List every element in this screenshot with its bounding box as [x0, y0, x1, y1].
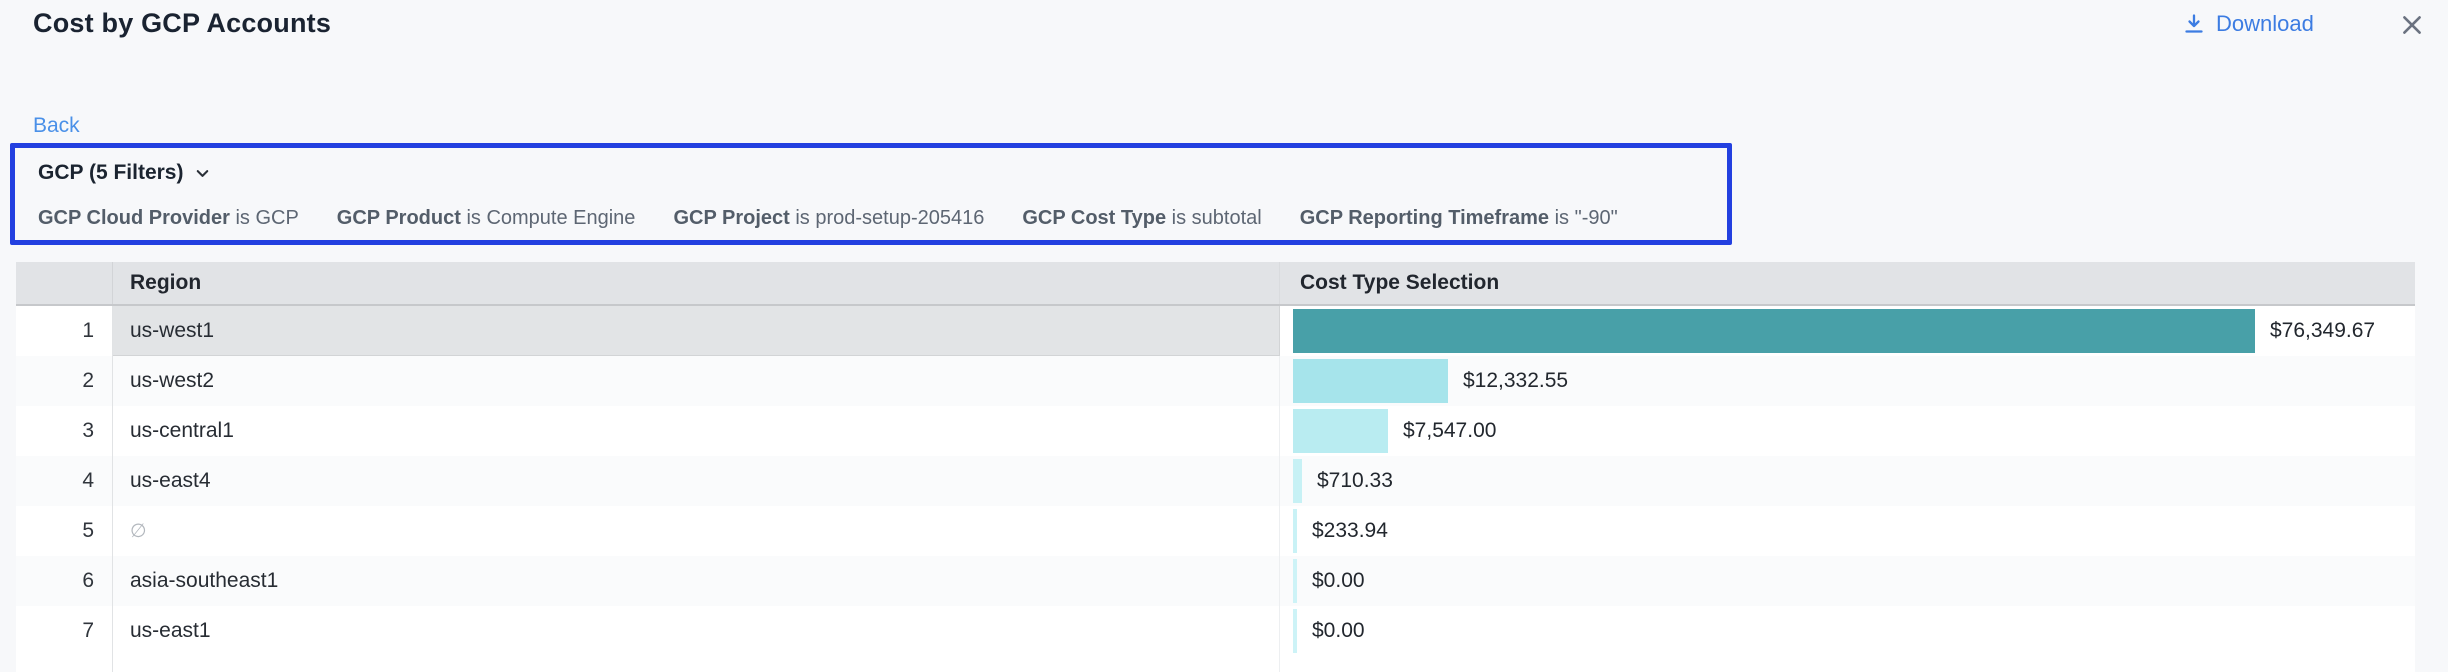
column-header-cost[interactable]: Cost Type Selection: [1280, 262, 2415, 304]
filter-item-condition: is Compute Engine: [461, 207, 636, 229]
column-header-index: [16, 262, 113, 304]
filter-item-condition: is subtotal: [1166, 207, 1262, 229]
cost-value: $0.00: [1312, 606, 1365, 656]
cost-value: $12,332.55: [1463, 356, 1568, 406]
filter-item-name: GCP Cloud Provider: [38, 207, 230, 229]
filter-item: GCP Cost Type is subtotal: [1022, 207, 1261, 230]
close-button[interactable]: [2398, 10, 2428, 40]
cost-cell[interactable]: $710.33: [1280, 456, 2415, 506]
cost-cell[interactable]: $0.00: [1280, 556, 2415, 606]
cost-bar[interactable]: [1293, 309, 2255, 353]
filter-item: GCP Cloud Provider is GCP: [38, 207, 299, 230]
table-body: 1us-west1$76,349.672us-west2$12,332.553u…: [16, 306, 2415, 656]
table-row[interactable]: 5∅ $233.94: [16, 506, 2415, 556]
region-cell[interactable]: us-east4: [113, 456, 1280, 506]
region-cell[interactable]: us-east1: [113, 606, 1280, 656]
cost-bar[interactable]: [1293, 559, 1297, 603]
cost-table: Region Cost Type Selection 1us-west1 $76,…: [16, 262, 2415, 672]
cost-value: $233.94: [1312, 506, 1388, 556]
cost-bar[interactable]: [1293, 409, 1388, 453]
cost-cell[interactable]: $0.00: [1280, 606, 2415, 656]
filter-item-name: GCP Cost Type: [1022, 207, 1166, 229]
cost-value: $0.00: [1312, 556, 1365, 606]
cost-bar[interactable]: [1293, 359, 1448, 403]
row-index: 5: [16, 506, 113, 556]
close-icon: [2398, 11, 2428, 39]
cost-cell[interactable]: $233.94: [1280, 506, 2415, 556]
table-row-stub: [16, 656, 2415, 672]
cost-cell[interactable]: $76,349.67: [1280, 306, 2415, 356]
download-button[interactable]: Download: [2182, 11, 2314, 37]
row-index: 7: [16, 606, 113, 656]
filter-group-label: GCP (5 Filters): [38, 161, 183, 185]
cost-value: $710.33: [1317, 456, 1393, 506]
page-title: Cost by GCP Accounts: [33, 8, 331, 39]
filter-summary: GCP Cloud Provider is GCP GCP Product is …: [38, 207, 1618, 230]
region-cell[interactable]: ∅: [113, 506, 1280, 556]
table-row[interactable]: 4us-east4 $710.33: [16, 456, 2415, 506]
stub-cost-cell: [1280, 656, 2415, 672]
row-index: 4: [16, 456, 113, 506]
region-cell[interactable]: us-west2: [113, 356, 1280, 406]
region-cell[interactable]: us-central1: [113, 406, 1280, 456]
filter-panel: GCP (5 Filters) GCP Cloud Provider is GC…: [10, 143, 1732, 245]
filter-item-condition: is prod-setup-205416: [790, 207, 985, 229]
stub-region-cell: [113, 656, 1280, 672]
row-index: 2: [16, 356, 113, 406]
column-header-region[interactable]: Region: [113, 262, 1280, 304]
row-index: 1: [16, 306, 113, 356]
filter-item-name: GCP Product: [337, 207, 461, 229]
cost-bar[interactable]: [1293, 609, 1297, 653]
filter-item: GCP Reporting Timeframe is "-90": [1300, 207, 1618, 230]
cost-value: $76,349.67: [2270, 306, 2375, 356]
chevron-down-icon: [193, 164, 212, 183]
table-row[interactable]: 2us-west2 $12,332.55: [16, 356, 2415, 406]
filter-item-condition: is "-90": [1549, 207, 1618, 229]
filter-item: GCP Project is prod-setup-205416: [673, 207, 984, 230]
filter-item-condition: is GCP: [230, 207, 299, 229]
table-header-row: Region Cost Type Selection: [16, 262, 2415, 306]
region-cell[interactable]: us-west1: [113, 306, 1280, 356]
stub-index-cell: [16, 656, 113, 672]
filter-item-name: GCP Reporting Timeframe: [1300, 207, 1549, 229]
table-row[interactable]: 6asia-southeast1 $0.00: [16, 556, 2415, 606]
back-link[interactable]: Back: [33, 114, 80, 138]
table-row[interactable]: 3us-central1 $7,547.00: [16, 406, 2415, 456]
cost-cell[interactable]: $7,547.00: [1280, 406, 2415, 456]
table-row[interactable]: 1us-west1 $76,349.67: [16, 306, 2415, 356]
region-cell[interactable]: asia-southeast1: [113, 556, 1280, 606]
cost-bar[interactable]: [1293, 459, 1302, 503]
download-label: Download: [2216, 11, 2314, 37]
table-row[interactable]: 7us-east1 $0.00: [16, 606, 2415, 656]
cost-value: $7,547.00: [1403, 406, 1496, 456]
cost-cell[interactable]: $12,332.55: [1280, 356, 2415, 406]
row-index: 6: [16, 556, 113, 606]
filter-group-toggle[interactable]: GCP (5 Filters): [38, 161, 212, 185]
filter-item-name: GCP Project: [673, 207, 789, 229]
cost-bar[interactable]: [1293, 509, 1297, 553]
download-icon: [2182, 12, 2206, 36]
filter-item: GCP Product is Compute Engine: [337, 207, 636, 230]
row-index: 3: [16, 406, 113, 456]
